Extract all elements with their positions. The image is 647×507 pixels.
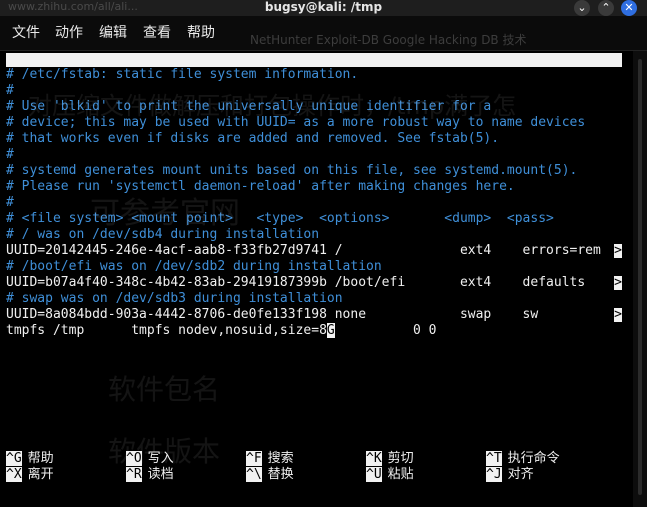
- shortcut-key: ^X: [6, 467, 22, 482]
- shortcut-key: ^R: [126, 467, 142, 482]
- close-icon[interactable]: ✕: [621, 0, 637, 16]
- comment-line[interactable]: # swap was on /dev/sdb3 during installat…: [6, 291, 343, 307]
- shortcut-item[interactable]: ^\ 替换: [246, 467, 294, 483]
- shortcut-label: 帮助: [27, 451, 54, 466]
- shortcut-label: 剪切: [387, 451, 414, 466]
- shortcut-label: 写入: [147, 451, 174, 466]
- line-truncated-marker: >: [614, 275, 622, 290]
- shortcut-label: 搜索: [267, 451, 294, 466]
- menu-bar: NetHunter Exploit-DB Google Hacking DB 技…: [0, 16, 647, 51]
- fstab-entry-line[interactable]: UUID=b07a4f40-348c-4b42-83ab-29419187399…: [6, 275, 601, 291]
- title-bar: www.zhihu.com/all/ali... bugsy@kali: /tm…: [0, 0, 647, 16]
- fstab-entry-line[interactable]: UUID=20142445-246e-4acf-aab8-f33fb27d974…: [6, 243, 601, 259]
- shortcut-label: 读档: [147, 467, 174, 482]
- shortcut-item[interactable]: ^K 剪切: [366, 451, 414, 467]
- terminal-window: www.zhihu.com/all/ali... bugsy@kali: /tm…: [0, 0, 647, 507]
- menu-view[interactable]: 查看: [143, 23, 171, 43]
- menu-help[interactable]: 帮助: [187, 23, 215, 43]
- shortcut-key: ^O: [126, 451, 142, 466]
- shortcut-key: ^\: [246, 467, 262, 482]
- shortcut-label: 执行命令: [507, 451, 560, 466]
- comment-line[interactable]: # <file system> <mount point> <type> <op…: [6, 211, 554, 227]
- shortcut-item[interactable]: ^F 搜索: [246, 451, 294, 467]
- shortcut-item[interactable]: ^X 离开: [6, 467, 54, 483]
- shortcut-key: ^J: [486, 467, 502, 482]
- comment-line[interactable]: # / was on /dev/sdb4 during installation: [6, 227, 319, 243]
- comment-line[interactable]: # /etc/fstab: static file system informa…: [6, 67, 358, 83]
- tmpfs-text-after: 0 0: [334, 323, 437, 338]
- shortcut-item[interactable]: ^U 粘贴: [366, 467, 414, 483]
- shortcut-label: 对齐: [507, 467, 534, 482]
- line-truncated-marker: >: [614, 243, 622, 258]
- maximize-icon[interactable]: ⌃: [598, 0, 614, 16]
- fstab-entry-line[interactable]: UUID=8a084bdd-903a-4442-8706-de0fe133f19…: [6, 307, 601, 323]
- comment-line[interactable]: #: [6, 147, 14, 163]
- shortcut-key: ^T: [486, 451, 502, 466]
- menu-edit[interactable]: 编辑: [99, 23, 127, 43]
- scrollbar[interactable]: [633, 51, 647, 507]
- tmpfs-text: tmpfs /tmp tmpfs nodev,nosuid,size=8: [6, 323, 327, 338]
- tmpfs-line[interactable]: tmpfs /tmp tmpfs nodev,nosuid,size=8G 0 …: [6, 323, 436, 339]
- shortcut-label: 离开: [27, 467, 54, 482]
- menu-file[interactable]: 文件: [12, 23, 40, 43]
- nano-filename: /etc/fstab *: [296, 80, 390, 95]
- shortcut-key: ^F: [246, 451, 262, 466]
- shortcut-key: ^K: [366, 451, 382, 466]
- menu-actions[interactable]: 动作: [55, 23, 83, 43]
- background-browser-tabs: NetHunter Exploit-DB Google Hacking DB 技…: [250, 33, 527, 47]
- shortcut-item[interactable]: ^O 写入: [126, 451, 174, 467]
- comment-line[interactable]: #: [6, 83, 14, 99]
- comment-line[interactable]: # /boot/efi was on /dev/sdb2 during inst…: [6, 259, 382, 275]
- shortcut-key: ^U: [366, 467, 382, 482]
- shortcut-item[interactable]: ^T 执行命令: [486, 451, 560, 467]
- shortcut-label: 替换: [267, 467, 294, 482]
- terminal-area[interactable]: GNU nano 8.4 /etc/fstab * # /etc/fstab: …: [0, 51, 633, 507]
- shortcut-item[interactable]: ^R 读档: [126, 467, 174, 483]
- comment-line[interactable]: #: [6, 195, 14, 211]
- window-title: bugsy@kali: /tmp: [264, 0, 383, 14]
- line-truncated-marker: >: [614, 307, 622, 322]
- minimize-icon[interactable]: ⌄: [574, 0, 590, 16]
- scrollbar-thumb[interactable]: [638, 59, 642, 495]
- nano-header: GNU nano 8.4 /etc/fstab *: [6, 53, 622, 95]
- comment-line[interactable]: # Please run 'systemctl daemon-reload' a…: [6, 179, 515, 195]
- comment-line[interactable]: # that works even if disks are added and…: [6, 131, 499, 147]
- shortcut-key: ^G: [6, 451, 22, 466]
- shortcut-item[interactable]: ^G 帮助: [6, 451, 54, 467]
- text-cursor: G: [326, 323, 335, 338]
- comment-line[interactable]: # device; this may be used with UUID= as…: [6, 115, 585, 131]
- comment-line[interactable]: # Use 'blkid' to print the universally u…: [6, 99, 491, 115]
- comment-line[interactable]: # systemd generates mount units based on…: [6, 163, 577, 179]
- shortcut-item[interactable]: ^J 对齐: [486, 467, 534, 483]
- shortcut-label: 粘贴: [387, 467, 414, 482]
